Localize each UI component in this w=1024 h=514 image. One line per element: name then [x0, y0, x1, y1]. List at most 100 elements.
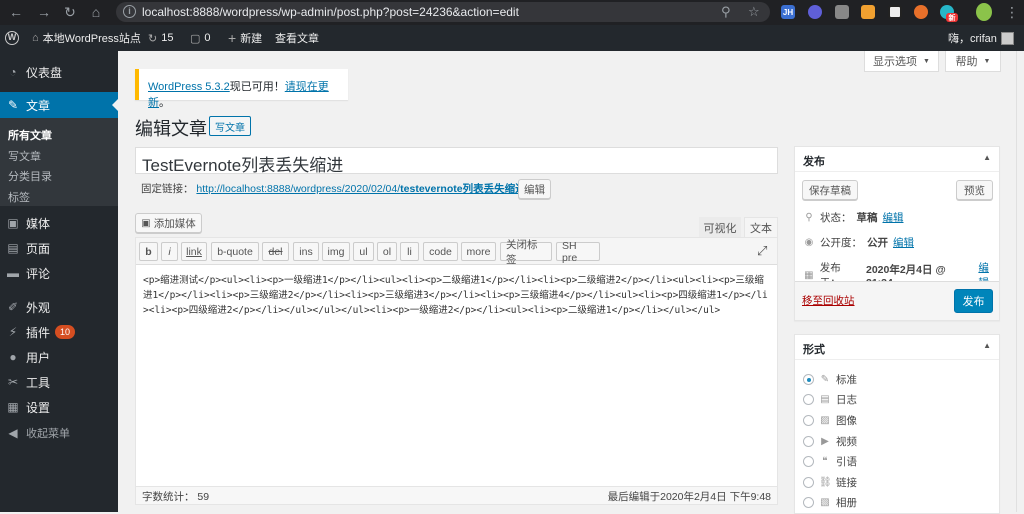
my-account-link[interactable]: 嗨，crifan — [948, 25, 1014, 51]
add-new-post-button[interactable]: 写文章 — [209, 116, 251, 136]
qt-img-button[interactable]: img — [322, 242, 350, 261]
page-title: 编辑文章 — [135, 119, 207, 139]
post-title-input[interactable]: TestEvernote列表丢失缩进 — [135, 147, 778, 175]
menu-appearance[interactable]: ✐ 外观 — [0, 294, 118, 320]
address-bar[interactable]: i localhost:8888/wordpress/wp-admin/post… — [116, 2, 770, 22]
aside-icon: ▤ — [820, 394, 830, 405]
radio-button[interactable] — [803, 497, 814, 508]
submenu-categories[interactable]: 分类目录 — [8, 168, 52, 184]
new-content-link[interactable]: + 新建 — [228, 25, 262, 51]
bookmark-star-icon[interactable]: ☆ — [748, 4, 760, 20]
qt-sh-pre-button[interactable]: SH pre — [556, 240, 600, 264]
move-to-trash-link[interactable]: 移至回收站 — [802, 293, 855, 308]
zoom-icon[interactable]: ⚲ — [721, 4, 731, 20]
home-icon[interactable]: ⌂ — [84, 0, 108, 24]
qt-bold-button[interactable]: b — [139, 242, 158, 261]
screen-options-tab[interactable]: 显示选项 ▼ — [864, 51, 939, 72]
permalink-url[interactable]: http://localhost:8888/wordpress/2020/02/… — [196, 183, 528, 195]
collapse-arrow-icon[interactable]: ▲ — [983, 153, 991, 162]
format-option-standard[interactable]: ✎ 标准 — [803, 372, 857, 387]
radio-button[interactable] — [803, 415, 814, 426]
qt-ol-button[interactable]: ol — [377, 242, 397, 261]
collapse-arrow-icon[interactable]: ▲ — [983, 341, 991, 350]
wrench-icon: ✂ — [7, 375, 19, 389]
edit-visibility-link[interactable]: 编辑 — [893, 235, 914, 250]
browser-menu-icon[interactable]: ⋮ — [1000, 0, 1024, 24]
add-media-button[interactable]: ▣ 添加媒体 — [135, 213, 202, 233]
radio-button[interactable] — [803, 374, 814, 385]
dropdown-arrow-icon: ▼ — [983, 57, 991, 65]
extension-icon[interactable] — [861, 5, 875, 19]
submenu-add-new[interactable]: 写文章 — [8, 148, 41, 164]
menu-pages[interactable]: ▤ 页面 — [0, 235, 118, 261]
radio-button[interactable] — [803, 477, 814, 488]
format-option-aside[interactable]: ▤ 日志 — [803, 392, 857, 407]
add-media-label: 添加媒体 — [153, 217, 196, 230]
qt-more-button[interactable]: more — [461, 242, 496, 261]
qt-link-button[interactable]: link — [181, 242, 207, 261]
last-edited: 最后编辑于2020年2月4日 下午9:48 — [607, 491, 771, 503]
format-option-image[interactable]: ▨ 图像 — [803, 413, 857, 428]
menu-label: 用户 — [26, 350, 51, 365]
wordpress-logo-icon[interactable]: W — [5, 25, 19, 51]
radio-button[interactable] — [803, 436, 814, 447]
qt-ul-button[interactable]: ul — [353, 242, 374, 261]
extension-jh-icon[interactable]: JH — [781, 5, 795, 19]
menu-plugins[interactable]: ⚡ 插件 10 — [0, 319, 118, 345]
edit-status-link[interactable]: 编辑 — [883, 210, 904, 225]
page-scrollbar[interactable] — [1016, 51, 1024, 512]
qt-code-button[interactable]: code — [423, 242, 458, 261]
radio-button[interactable] — [803, 394, 814, 405]
format-option-video[interactable]: ▶ 视频 — [803, 434, 857, 449]
wordpress-version-link[interactable]: WordPress 5.3.2 — [148, 81, 230, 93]
view-post-link[interactable]: 查看文章 — [275, 25, 319, 51]
format-option-quote[interactable]: ❝ 引语 — [803, 454, 857, 469]
updates-link[interactable]: ↻ 15 — [148, 25, 173, 51]
back-icon[interactable]: ← — [4, 0, 28, 24]
save-draft-button[interactable]: 保存草稿 — [802, 180, 858, 200]
submenu-all-posts[interactable]: 所有文章 — [8, 127, 52, 143]
menu-users[interactable]: ● 用户 — [0, 344, 118, 370]
publish-box-header[interactable]: 发布 ▲ — [795, 147, 999, 172]
qt-del-button[interactable]: del — [262, 242, 289, 261]
qt-ins-button[interactable]: ins — [293, 242, 319, 261]
profile-avatar[interactable] — [976, 3, 992, 21]
fullscreen-icon[interactable]: ⤢ — [757, 243, 767, 259]
extension-icon[interactable] — [888, 5, 902, 19]
qt-close-tags-button[interactable]: 关闭标签 — [500, 239, 552, 266]
menu-collapse[interactable]: ◀ 收起菜单 — [0, 420, 118, 446]
publish-button[interactable]: 发布 — [954, 289, 993, 313]
comments-count: 0 — [204, 32, 211, 44]
info-icon[interactable]: i — [123, 5, 136, 18]
submenu-tags[interactable]: 标签 — [8, 189, 30, 205]
menu-posts[interactable]: ✎ 文章 — [0, 92, 118, 118]
tab-visual[interactable]: 可视化 — [699, 217, 741, 238]
menu-settings[interactable]: ▦ 设置 — [0, 394, 118, 420]
extension-icon[interactable] — [835, 5, 849, 19]
format-box-header[interactable]: 形式 ▲ — [795, 335, 999, 360]
edit-permalink-button[interactable]: 编辑 — [518, 179, 551, 199]
tab-text[interactable]: 文本 — [744, 217, 778, 238]
radio-button[interactable] — [803, 456, 814, 467]
site-name-link[interactable]: ⌂ 本地WordPress站点 — [32, 25, 141, 51]
qt-italic-button[interactable]: i — [161, 242, 178, 261]
qt-li-button[interactable]: li — [400, 242, 419, 261]
forward-icon[interactable]: → — [32, 0, 56, 24]
extension-icon[interactable] — [808, 5, 822, 19]
qt-blockquote-button[interactable]: b-quote — [211, 242, 259, 261]
menu-comments[interactable]: ▬ 评论 — [0, 260, 118, 286]
menu-dashboard[interactable]: ◔ 仪表盘 — [0, 59, 118, 85]
dropdown-arrow-icon: ▼ — [923, 57, 930, 65]
menu-media[interactable]: ▣ 媒体 — [0, 210, 118, 236]
help-tab[interactable]: 帮助 ▼ — [945, 51, 1001, 72]
extension-icon[interactable] — [914, 5, 928, 19]
preview-button[interactable]: 预览 — [956, 180, 993, 200]
reload-icon[interactable]: ↻ — [58, 0, 82, 24]
menu-label: 收起菜单 — [26, 428, 70, 440]
format-option-gallery[interactable]: ▧ 相册 — [803, 495, 857, 510]
format-option-link[interactable]: ⛓ 链接 — [803, 475, 857, 490]
content-textarea[interactable]: <p>缩进测试</p><ul><li><p>一级缩进1</p></li><ul>… — [143, 273, 771, 318]
comments-link[interactable]: ▢ 0 — [190, 25, 211, 51]
dashboard-icon: ◔ — [9, 65, 17, 79]
menu-tools[interactable]: ✂ 工具 — [0, 369, 118, 395]
